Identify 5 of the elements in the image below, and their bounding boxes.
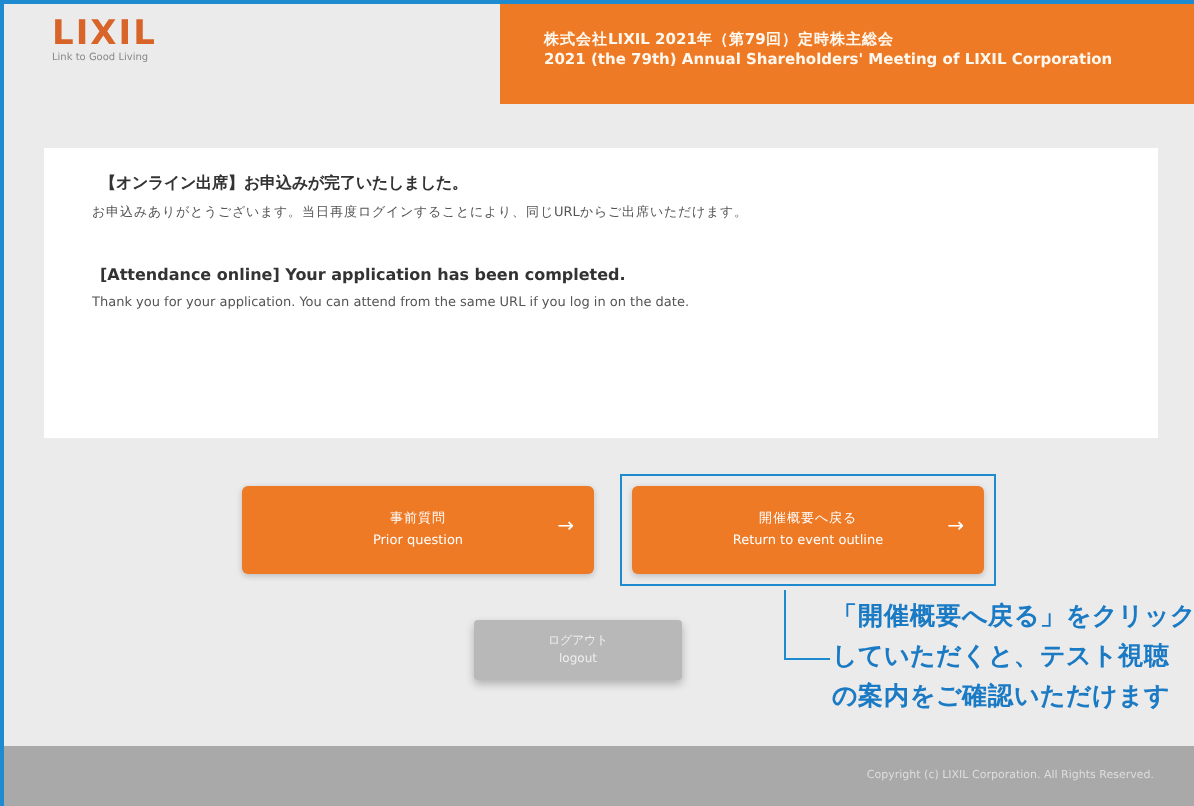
leader-line: [784, 590, 830, 660]
annotation-text: 「開催概要へ戻る」をクリック していただくと、テスト視聴 の案内をご確認いただけます: [832, 598, 1194, 714]
notice-heading: 【オンライン出席】お申込みが完了いたしました。: [98, 172, 470, 194]
logo: LIXIL: [52, 16, 159, 52]
notice-heading: [Attendance online] Your application has been completed.: [98, 266, 628, 284]
